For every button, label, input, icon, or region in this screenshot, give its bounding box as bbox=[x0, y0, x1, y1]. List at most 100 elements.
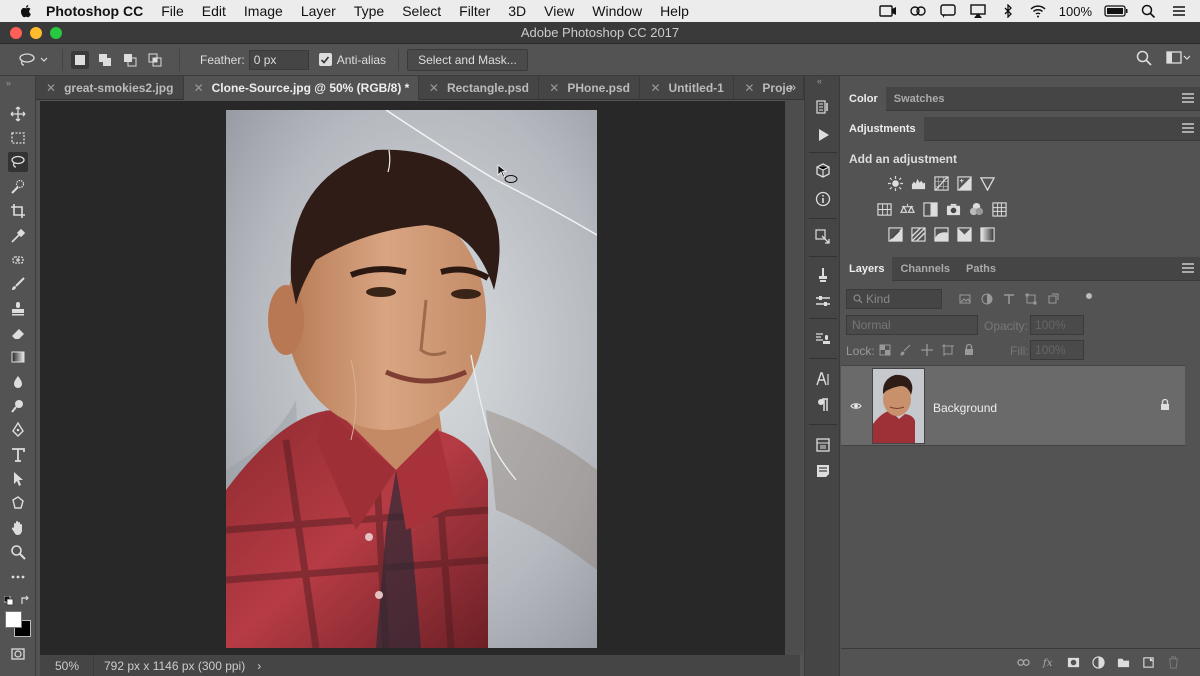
battery-icon[interactable] bbox=[1104, 4, 1128, 18]
doc-tab-great-smokies[interactable]: ✕ great-smokies2.jpg bbox=[36, 75, 184, 100]
filter-toggle-icon[interactable] bbox=[1083, 293, 1095, 305]
link-layers-icon[interactable] bbox=[1017, 656, 1030, 669]
crop-tool[interactable] bbox=[8, 201, 28, 221]
type-layer-filter-icon[interactable] bbox=[1003, 293, 1015, 305]
menu-3d[interactable]: 3D bbox=[508, 3, 526, 19]
panel-menu-icon[interactable] bbox=[1182, 93, 1194, 103]
actions-panel-button[interactable] bbox=[814, 126, 832, 144]
new-selection-button[interactable] bbox=[71, 50, 89, 69]
visibility-eye-icon[interactable] bbox=[850, 400, 862, 412]
close-icon[interactable]: ✕ bbox=[744, 81, 754, 95]
default-colors-icon[interactable] bbox=[3, 595, 14, 606]
menu-select[interactable]: Select bbox=[402, 3, 441, 19]
canvas-scrollbar[interactable] bbox=[785, 100, 803, 655]
type-tool[interactable] bbox=[8, 445, 28, 465]
fx-icon[interactable]: fx bbox=[1042, 656, 1055, 669]
layer-name[interactable]: Background bbox=[933, 401, 997, 415]
doc-tab-rectangle[interactable]: ✕ Rectangle.psd bbox=[419, 75, 540, 100]
brush-tool[interactable] bbox=[8, 274, 28, 294]
threshold-icon[interactable] bbox=[934, 227, 949, 242]
close-icon[interactable]: ✕ bbox=[650, 81, 660, 95]
exposure-icon[interactable] bbox=[957, 176, 972, 191]
antialias-checkbox[interactable] bbox=[318, 53, 332, 66]
menu-type[interactable]: Type bbox=[354, 3, 384, 19]
lock-icon[interactable] bbox=[1159, 399, 1171, 411]
menu-layer[interactable]: Layer bbox=[301, 3, 336, 19]
foreground-color-swatch[interactable] bbox=[5, 611, 22, 628]
new-layer-icon[interactable] bbox=[1142, 656, 1155, 669]
add-mask-icon[interactable] bbox=[1067, 656, 1080, 669]
posterize-icon[interactable] bbox=[911, 227, 926, 242]
doc-tab-untitled[interactable]: ✕ Untitled-1 bbox=[640, 75, 735, 100]
paragraph-panel-button[interactable] bbox=[814, 396, 832, 414]
navigator-panel-button[interactable] bbox=[814, 228, 832, 246]
close-icon[interactable]: ✕ bbox=[194, 81, 204, 95]
dock-collapse-button[interactable]: « bbox=[817, 76, 822, 86]
fill-input[interactable]: 100% bbox=[1030, 340, 1084, 360]
notes-panel-button[interactable] bbox=[814, 462, 832, 480]
custom-shape-tool[interactable] bbox=[8, 493, 28, 513]
vibrance-icon[interactable] bbox=[980, 176, 995, 191]
tabs-overflow-button[interactable]: » bbox=[789, 80, 796, 94]
blend-mode-select[interactable]: Normal bbox=[846, 315, 978, 335]
brush-settings-button[interactable] bbox=[814, 292, 832, 310]
opacity-input[interactable]: 100% bbox=[1030, 315, 1084, 335]
messages-icon[interactable] bbox=[939, 4, 957, 18]
new-adjustment-layer-icon[interactable] bbox=[1092, 656, 1105, 669]
tab-channels[interactable]: Channels bbox=[892, 257, 958, 281]
tab-color[interactable]: Color bbox=[841, 86, 886, 111]
smart-object-filter-icon[interactable] bbox=[1047, 293, 1059, 305]
select-and-mask-button[interactable]: Select and Mask... bbox=[407, 48, 528, 71]
doc-tab-phone[interactable]: ✕ PHone.psd bbox=[539, 75, 641, 100]
close-icon[interactable]: ✕ bbox=[549, 81, 559, 95]
tab-paths[interactable]: Paths bbox=[958, 257, 1004, 281]
hue-saturation-icon[interactable] bbox=[877, 202, 892, 217]
blur-tool[interactable] bbox=[8, 372, 28, 392]
airplay-icon[interactable] bbox=[969, 4, 987, 18]
delete-layer-icon[interactable] bbox=[1167, 656, 1180, 669]
close-icon[interactable]: ✕ bbox=[46, 81, 56, 95]
invert-icon[interactable] bbox=[888, 227, 903, 242]
tool-preset-picker[interactable] bbox=[18, 49, 54, 71]
spotlight-search-icon[interactable] bbox=[1140, 4, 1158, 18]
zoom-window-button[interactable] bbox=[50, 27, 62, 39]
dodge-tool[interactable] bbox=[8, 396, 28, 416]
lock-position-icon[interactable] bbox=[921, 344, 933, 356]
clone-source-button[interactable] bbox=[814, 330, 832, 348]
pixel-layer-filter-icon[interactable] bbox=[959, 293, 971, 305]
shape-layer-filter-icon[interactable] bbox=[1025, 293, 1037, 305]
adjustment-layer-filter-icon[interactable] bbox=[981, 293, 993, 305]
gradient-tool[interactable] bbox=[8, 347, 28, 367]
menu-view[interactable]: View bbox=[544, 3, 574, 19]
edit-toolbar-button[interactable] bbox=[8, 567, 28, 587]
color-balance-icon[interactable] bbox=[900, 202, 915, 217]
notification-center-icon[interactable] bbox=[1170, 4, 1188, 18]
photo-image[interactable] bbox=[226, 110, 597, 648]
workspace-icon[interactable] bbox=[1166, 51, 1190, 65]
black-white-icon[interactable] bbox=[923, 202, 938, 217]
screen-record-icon[interactable] bbox=[879, 4, 897, 18]
quick-selection-tool[interactable] bbox=[8, 177, 28, 197]
menu-edit[interactable]: Edit bbox=[202, 3, 226, 19]
layer-row-background[interactable]: Background bbox=[841, 365, 1185, 446]
lock-image-icon[interactable] bbox=[900, 344, 912, 356]
levels-icon[interactable] bbox=[911, 176, 926, 191]
channel-mixer-icon[interactable] bbox=[969, 202, 984, 217]
menu-window[interactable]: Window bbox=[592, 3, 642, 19]
curves-icon[interactable] bbox=[934, 176, 949, 191]
panel-menu-icon[interactable] bbox=[1182, 123, 1194, 133]
panel-menu-icon[interactable] bbox=[1182, 263, 1194, 273]
healing-brush-tool[interactable] bbox=[8, 250, 28, 270]
status-menu-button[interactable]: › bbox=[257, 659, 261, 673]
zoom-level[interactable]: 50% bbox=[40, 655, 94, 676]
brush-presets-button[interactable] bbox=[814, 266, 832, 284]
libraries-panel-button[interactable] bbox=[814, 436, 832, 454]
selective-color-icon[interactable] bbox=[957, 227, 972, 242]
document-canvas[interactable] bbox=[40, 101, 785, 655]
menu-help[interactable]: Help bbox=[660, 3, 689, 19]
tab-adjustments[interactable]: Adjustments bbox=[841, 116, 924, 141]
menu-filter[interactable]: Filter bbox=[459, 3, 490, 19]
photo-filter-icon[interactable] bbox=[946, 202, 961, 217]
wifi-icon[interactable] bbox=[1029, 4, 1047, 18]
apple-icon[interactable] bbox=[18, 3, 34, 19]
